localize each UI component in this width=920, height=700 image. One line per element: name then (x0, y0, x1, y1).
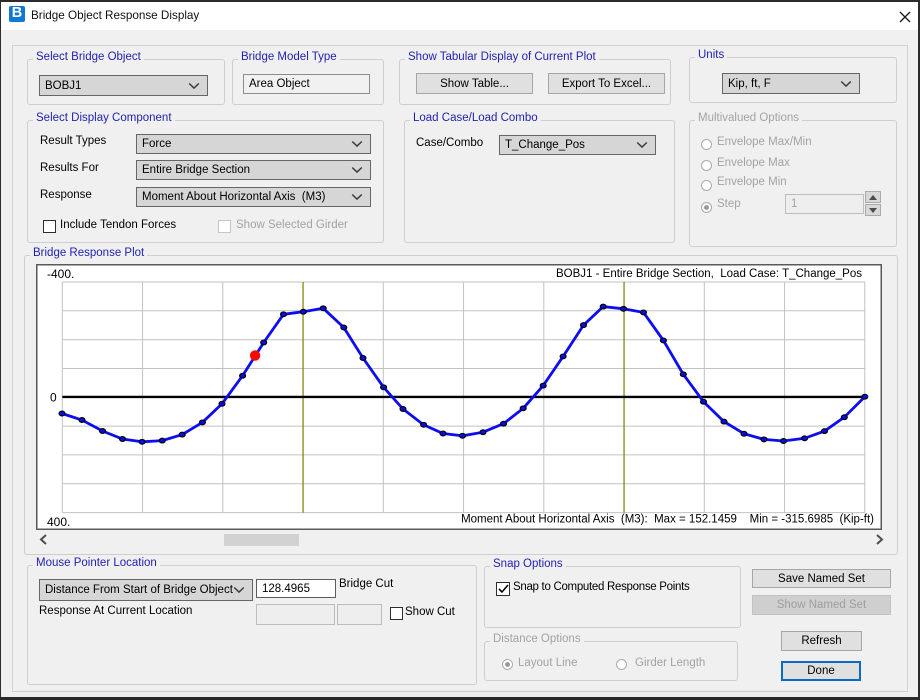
svg-text:BOBJ1 - Entire Bridge Section,: BOBJ1 - Entire Bridge Section, Load Case… (556, 268, 862, 280)
svg-text:0: 0 (50, 391, 57, 405)
svg-text:-400.: -400. (47, 267, 74, 281)
svg-text:Moment About Horizontal Axis: Moment About Horizontal Axis (M3): Max =… (461, 514, 874, 526)
svg-text:400.: 400. (47, 515, 70, 529)
